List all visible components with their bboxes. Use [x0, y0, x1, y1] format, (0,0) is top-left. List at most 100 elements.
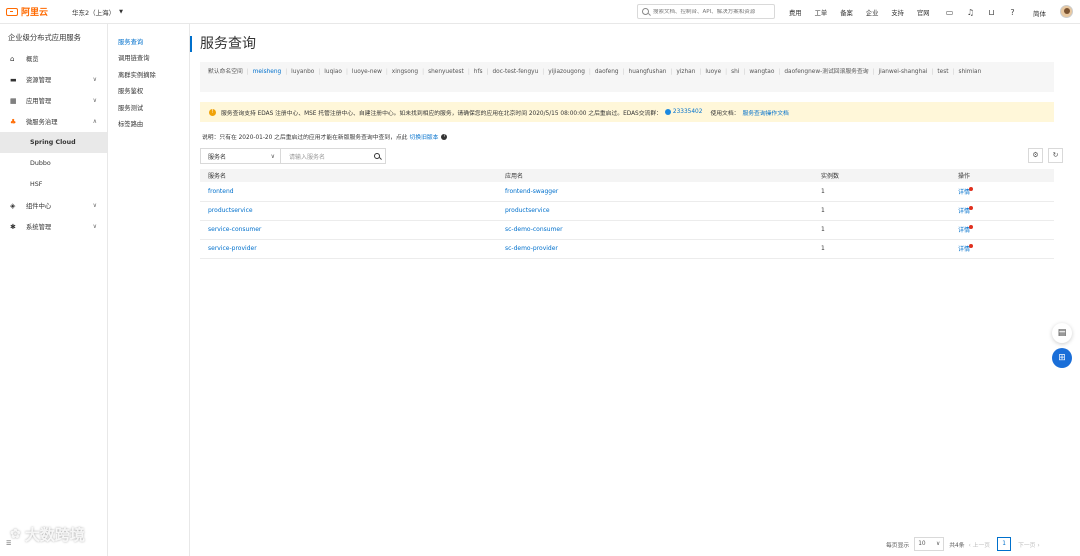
sidebar-item-apps[interactable]: ▦ 应用管理 ∨	[0, 90, 107, 111]
app-name-link[interactable]: sc-demo-provider	[497, 239, 813, 259]
user-avatar[interactable]	[1060, 5, 1073, 18]
namespace-item[interactable]: jianwei-shanghai	[879, 69, 928, 75]
subnav-service-test[interactable]: 服务测试	[108, 99, 189, 116]
sidebar-item-label: 微服务治理	[26, 119, 58, 126]
sidebar-subitem-spring-cloud[interactable]: Spring Cloud	[0, 132, 107, 153]
namespace-separator: |	[743, 69, 746, 75]
terminal-icon[interactable]: ▭	[945, 8, 954, 17]
prev-page-button[interactable]: ‹ 上一页	[969, 540, 991, 549]
alert-doc-prefix: 使用文档：	[710, 110, 740, 117]
sidebar-item-microservice[interactable]: ♣ 微服务治理 ∧	[0, 111, 107, 132]
global-search-input[interactable]	[653, 8, 773, 15]
subnav-outlier-removal[interactable]: 离群实例摘除	[108, 66, 189, 83]
details-link[interactable]: 详情	[958, 189, 970, 196]
namespace-item[interactable]: meisheng	[253, 69, 281, 75]
apps-float-button[interactable]: ⊞	[1052, 348, 1072, 368]
top-nav-support[interactable]: 支持	[891, 8, 904, 17]
namespace-item[interactable]: daofengnew-测试回滚服务查询	[784, 69, 868, 75]
sidebar-item-resources[interactable]: ▬ 资源管理 ∨	[0, 69, 107, 90]
details-link[interactable]: 详情	[958, 246, 970, 253]
help-icon[interactable]: ?	[441, 133, 448, 140]
alert-group-number[interactable]: 23335402	[673, 109, 703, 115]
subnav-tag-routing[interactable]: 标签路由	[108, 116, 189, 133]
feedback-button[interactable]: ▤	[1052, 323, 1072, 343]
namespace-item[interactable]: luoye	[705, 69, 721, 75]
namespace-item[interactable]: wangtao	[749, 69, 774, 75]
namespace-item[interactable]: yijiazougong	[548, 69, 585, 75]
total-count: 共4条	[949, 542, 965, 549]
sidebar-item-system[interactable]: ✱ 系统管理 ∨	[0, 216, 107, 237]
namespace-item[interactable]: shi	[731, 69, 739, 75]
sidebar-item-overview[interactable]: ⌂ 概览	[0, 48, 107, 69]
namespace-item[interactable]: luoye-new	[352, 69, 382, 75]
bell-icon[interactable]: ♫	[966, 8, 975, 17]
service-filter: 服务名 ∨ 请输入服务名	[200, 148, 386, 164]
app-name-link[interactable]: sc-demo-consumer	[497, 220, 813, 240]
namespace-separator: |	[467, 69, 470, 75]
namespace-separator: |	[725, 69, 728, 75]
per-page-select[interactable]: 10 ∨	[914, 537, 945, 551]
details-link[interactable]: 详情	[958, 227, 970, 234]
search-icon[interactable]	[374, 153, 380, 159]
alert-text: 服务查询支持 EDAS 注册中心、MSE 托管注册中心、自建注册中心。如未找到相…	[221, 110, 662, 117]
per-page-value: 10	[918, 541, 926, 547]
table-row: service-provider sc-demo-provider 1 详情	[200, 239, 1054, 259]
language-switch[interactable]: 简体	[1033, 8, 1046, 18]
global-search[interactable]	[637, 4, 775, 19]
alert-doc-link[interactable]: 服务查询操作文档	[742, 108, 788, 117]
sidebar-item-label: 组件中心	[26, 203, 52, 210]
subnav-trace-query[interactable]: 调用链查询	[108, 50, 189, 67]
service-name-link[interactable]: service-consumer	[200, 220, 497, 240]
app-name-link[interactable]: frontend-swagger	[497, 182, 813, 202]
top-nav-enterprise[interactable]: 企业	[866, 8, 879, 17]
namespace-item[interactable]: test	[937, 69, 948, 75]
namespace-separator: |	[318, 69, 321, 75]
note-text: 说明：只有在 2020-01-20 之后重启过的应用才能在新版服务查询中查到，点…	[202, 135, 408, 141]
namespace-item[interactable]: shimian	[958, 69, 981, 75]
namespace-separator: |	[872, 69, 875, 75]
namespace-separator: |	[486, 69, 489, 75]
sidebar-collapse-icon[interactable]: ☰	[6, 540, 11, 547]
details-link[interactable]: 详情	[958, 208, 970, 215]
service-name-link[interactable]: frontend	[200, 182, 497, 202]
namespace-item[interactable]: 默认命名空间	[208, 69, 243, 75]
sidebar-item-components[interactable]: ◈ 组件中心 ∨	[0, 195, 107, 216]
service-search-field[interactable]: 请输入服务名	[281, 148, 386, 164]
namespace-separator: |	[952, 69, 955, 75]
settings-button[interactable]: ⚙	[1028, 148, 1043, 163]
sidebar-subitem-hsf[interactable]: HSF	[0, 174, 107, 195]
top-nav-tickets[interactable]: 工单	[815, 8, 828, 17]
next-page-button[interactable]: 下一页 ›	[1018, 540, 1040, 549]
namespace-item[interactable]: hfs	[474, 69, 483, 75]
cart-icon[interactable]: ⊔	[987, 8, 996, 17]
logo-text: 阿里云	[21, 8, 49, 18]
service-name-link[interactable]: service-provider	[200, 239, 497, 259]
app-name-link[interactable]: productservice	[497, 201, 813, 221]
subnav-service-query[interactable]: 服务查询	[108, 33, 189, 50]
instance-count: 1	[813, 239, 950, 259]
namespace-item[interactable]: daofeng	[595, 69, 619, 75]
page-number-current[interactable]: 1	[997, 537, 1012, 551]
namespace-item[interactable]: xingsong	[392, 69, 418, 75]
service-search-placeholder[interactable]: 请输入服务名	[289, 152, 325, 161]
namespace-item[interactable]: huangfushan	[629, 69, 667, 75]
aliyun-logo[interactable]: 阿里云	[6, 5, 48, 18]
namespace-item[interactable]: shenyuetest	[428, 69, 464, 75]
top-nav-fees[interactable]: 费用	[789, 8, 802, 17]
namespace-item[interactable]: doc-test-fengyu	[492, 69, 538, 75]
namespace-item[interactable]: luyanbo	[291, 69, 314, 75]
top-nav-icp[interactable]: 备案	[840, 8, 853, 17]
namespace-item[interactable]: yizhan	[676, 69, 695, 75]
sidebar-item-label: 概览	[26, 56, 39, 63]
subnav-service-auth[interactable]: 服务鉴权	[108, 83, 189, 100]
namespace-separator: |	[385, 69, 388, 75]
switch-old-version-link[interactable]: 切换旧版本	[409, 132, 438, 141]
refresh-button[interactable]: ↻	[1048, 148, 1063, 163]
region-selector[interactable]: 华东2（上海） ▼	[72, 7, 123, 17]
sidebar-subitem-dubbo[interactable]: Dubbo	[0, 153, 107, 174]
namespace-item[interactable]: luqiao	[324, 69, 342, 75]
help-icon[interactable]: ?	[1008, 8, 1017, 17]
top-nav-website[interactable]: 官网	[917, 8, 930, 17]
service-name-link[interactable]: productservice	[200, 201, 497, 221]
filter-field-select[interactable]: 服务名 ∨	[200, 148, 281, 164]
